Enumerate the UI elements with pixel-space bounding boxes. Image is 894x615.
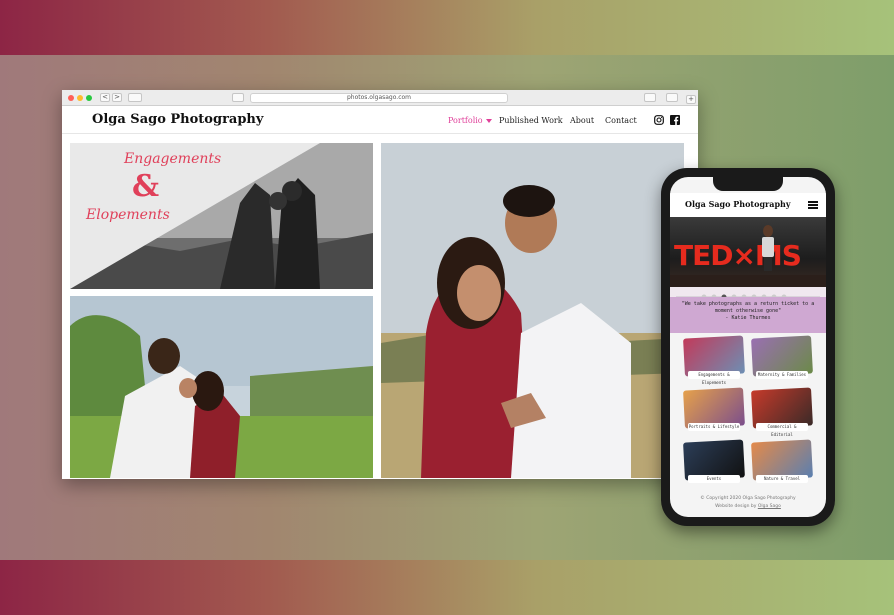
category-label: Maternity & Families [756,371,808,379]
footer-credit-prefix: Website design by [715,504,757,509]
maximize-button[interactable] [86,95,92,101]
browser-window: < > photos.olgasago.com + Olga Sago Phot… [62,90,698,479]
field-photo-image [70,296,373,478]
category-card[interactable]: Events [683,439,745,489]
category-label: Engagements & Elopements [688,371,740,385]
overlay-ampersand: & [132,169,160,204]
mobile-site-logo[interactable]: Olga Sago Photography [685,199,791,209]
browser-toolbar: < > photos.olgasago.com + [62,90,698,106]
quote-author: - Katie Thurmes [725,315,771,321]
new-tab-button[interactable]: + [686,95,696,104]
mobile-footer: © Copyright 2020 Olga Sago Photography W… [670,495,826,511]
footer-copyright: © Copyright 2020 Olga Sago Photography [700,496,796,501]
nav-about[interactable]: About [570,116,594,125]
site-logo[interactable]: Olga Sago Photography [92,112,263,127]
back-button[interactable]: < [100,93,110,102]
nav-portfolio[interactable]: Portfolio [448,116,492,125]
address-bar-url: photos.olgasago.com [346,94,412,101]
forward-button[interactable]: > [112,93,122,102]
overlay-line-1: Engagements [124,151,222,167]
category-card[interactable]: Engagements & Elopements [683,335,745,385]
category-card[interactable]: Maternity & Families [751,335,813,385]
speaker-figure [670,225,826,287]
category-card[interactable]: Nature & Travel [751,439,813,489]
couple-portrait-photo[interactable] [381,143,684,478]
category-card[interactable]: Portraits & Lifestyle [683,387,745,437]
address-bar[interactable]: photos.olgasago.com [250,93,508,103]
phone-frame: Olga Sago Photography TED×MS "We take ph… [661,168,835,526]
chevron-down-icon [485,119,492,123]
category-label: Nature & Travel [756,475,808,483]
slider-dots [670,287,826,300]
couple-field-photo[interactable] [70,296,373,478]
category-label: Portraits & Lifestyle [688,423,740,431]
category-label: Commercial & Editorial [756,423,808,437]
mobile-hero-slider[interactable]: TED×MS [670,217,826,287]
quote-banner: "We take photographs as a return ticket … [670,297,826,333]
shield-icon[interactable] [232,93,244,102]
category-label: Events [688,475,740,483]
instagram-icon[interactable] [654,115,664,125]
tabs-icon[interactable] [666,93,678,102]
footer-credit: Website design by Olga Sago [670,503,826,511]
facebook-icon[interactable] [670,115,680,125]
portrait-photo-image [381,143,684,478]
hamburger-menu-icon[interactable] [808,201,818,209]
phone-screen: Olga Sago Photography TED×MS "We take ph… [670,177,826,517]
sidebar-toggle-icon[interactable] [128,93,142,102]
close-button[interactable] [68,95,74,101]
footer-credit-link[interactable]: Olga Sago [758,504,781,509]
quote-text: "We take photographs as a return ticket … [681,301,815,314]
nav-contact[interactable]: Contact [605,116,637,125]
phone-notch [713,177,783,191]
share-icon[interactable] [644,93,656,102]
mobile-header: Olga Sago Photography [670,193,826,217]
overlay-line-2: Elopements [86,207,170,223]
site-header: Olga Sago Photography Portfolio Publishe… [62,106,698,134]
nav-published-work[interactable]: Published Work [499,116,563,125]
engagements-tile[interactable]: Engagements & Elopements [70,143,373,289]
category-card[interactable]: Commercial & Editorial [751,387,813,437]
nav-portfolio-label: Portfolio [448,116,483,125]
minimize-button[interactable] [77,95,83,101]
